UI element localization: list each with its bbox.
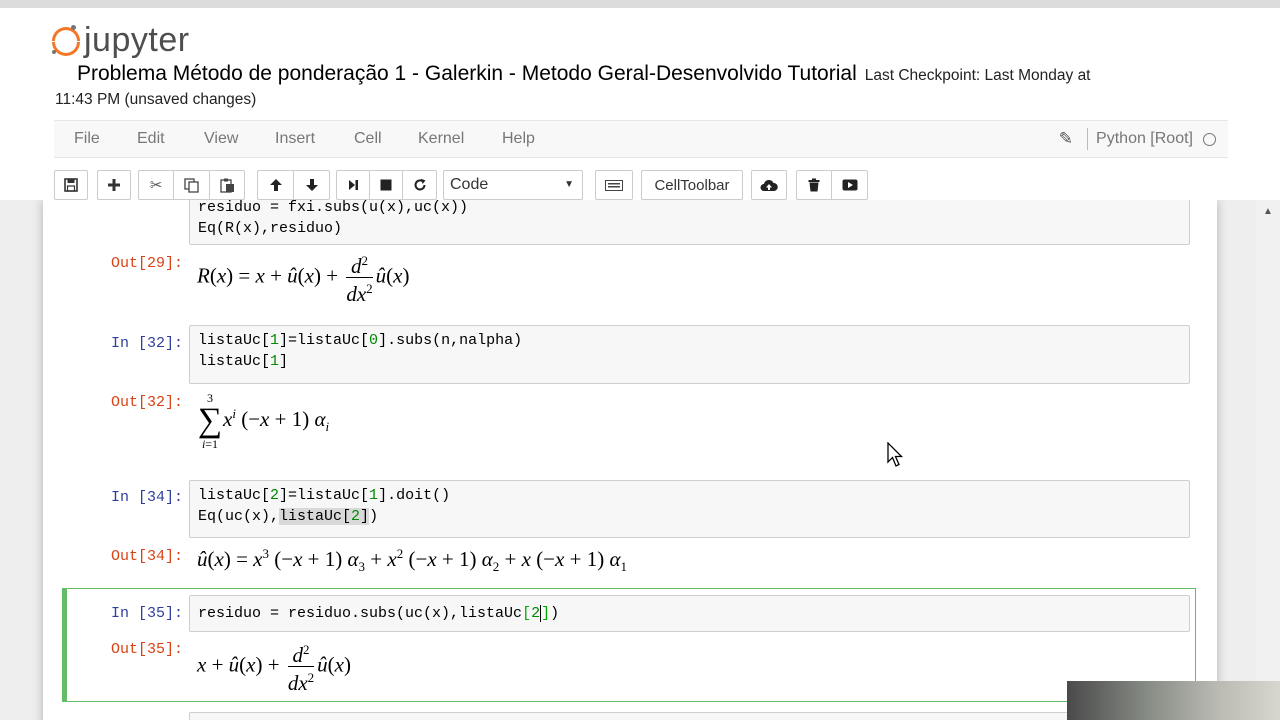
insert-cell-button[interactable] xyxy=(97,170,131,200)
chevron-down-icon: ▼ xyxy=(564,179,574,190)
checkpoint-status: Last Checkpoint: Last Monday at xyxy=(864,67,1091,84)
trash-icon xyxy=(808,178,820,192)
math-output: 3 ∑ i=1 xi (−x + 1) αi xyxy=(197,391,330,451)
notebook-header: jupyter Problema Método de ponderação 1 … xyxy=(0,8,1280,200)
menu-kernel[interactable]: Kernel xyxy=(418,130,464,148)
kernel-status-icon xyxy=(1203,132,1216,146)
step-forward-icon xyxy=(349,180,358,190)
notebook-title-line: Problema Método de ponderação 1 - Galerk… xyxy=(77,62,1091,86)
jupyter-logo[interactable]: jupyter xyxy=(52,20,190,60)
jupyter-logo-icon xyxy=(52,25,80,56)
code-text: listaUc[ xyxy=(198,487,271,504)
code-cell-input[interactable] xyxy=(189,712,1190,720)
scrollbar[interactable]: ▲ xyxy=(1256,200,1280,720)
publish-button[interactable] xyxy=(751,170,787,200)
run-cell-button[interactable] xyxy=(336,170,370,200)
code-text: listaUc[ xyxy=(198,332,271,349)
cloud-upload-icon xyxy=(760,179,778,191)
kernel-indicator: ✎ Python [Root] xyxy=(1059,127,1216,151)
code-text: Eq(uc(x), xyxy=(198,508,280,525)
code-selection-highlight: listaUc[2] xyxy=(279,508,370,525)
code-text: ] xyxy=(279,353,289,370)
restart-kernel-button[interactable] xyxy=(402,170,437,200)
scroll-up-icon[interactable]: ▲ xyxy=(1263,206,1273,217)
selected-code-cell[interactable]: In [35]: residuo = residuo.subs(uc(x),li… xyxy=(62,588,1196,702)
math-output: x + û(x) + d2 dx2 û(x) xyxy=(197,639,351,694)
code-text: listaUc[ xyxy=(198,353,271,370)
math-output: R(x) = x + û(x) + d2 dx2 û(x) xyxy=(197,250,410,305)
out-prompt: Out[32]: xyxy=(110,394,183,411)
code-line: residuo = fxi.subs(u(x),uc(x)) xyxy=(198,200,469,216)
paste-button[interactable] xyxy=(209,170,245,200)
menu-file[interactable]: File xyxy=(74,130,100,148)
move-down-button[interactable] xyxy=(293,170,330,200)
code-text: ]=listaUc[ xyxy=(279,332,370,349)
mouse-pointer-icon xyxy=(887,442,904,467)
celltoolbar-button[interactable]: CellToolbar xyxy=(641,170,743,200)
menu-bar: File Edit View Insert Cell Kernel Help ✎… xyxy=(54,120,1228,158)
menu-insert[interactable]: Insert xyxy=(275,130,315,148)
notebook-title[interactable]: Problema Método de ponderação 1 - Galerk… xyxy=(77,62,857,85)
code-text: ]=listaUc[ xyxy=(279,487,370,504)
code-line: Eq(R(x),residuo) xyxy=(198,220,343,237)
code-number: 1 xyxy=(270,353,280,370)
cut-button[interactable]: ✂ xyxy=(138,170,174,200)
save-button[interactable] xyxy=(54,170,88,200)
arrow-down-icon xyxy=(305,179,318,191)
in-prompt: In [34]: xyxy=(110,489,183,506)
code-cell-input[interactable]: listaUc[2]=listaUc[1].doit() Eq(uc(x),li… xyxy=(189,480,1190,538)
code-number: 2 xyxy=(270,487,280,504)
code-number: 1 xyxy=(270,332,280,349)
menu-view[interactable]: View xyxy=(204,130,238,148)
menu-cell[interactable]: Cell xyxy=(354,130,382,148)
code-number: 2 xyxy=(531,605,541,622)
code-text: residuo = residuo.subs(uc(x),listaUc xyxy=(198,605,523,622)
copy-button[interactable] xyxy=(173,170,210,200)
code-text: ) xyxy=(369,508,379,525)
keyboard-icon xyxy=(605,179,623,191)
arrow-up-icon xyxy=(269,179,282,191)
code-text: ].doit() xyxy=(378,487,451,504)
interrupt-kernel-button[interactable] xyxy=(369,170,403,200)
move-up-button[interactable] xyxy=(257,170,294,200)
code-bracket: ] xyxy=(541,605,551,622)
in-prompt: In [35]: xyxy=(110,605,183,622)
webcam-overlay xyxy=(1067,681,1280,720)
command-palette-button[interactable] xyxy=(595,170,633,200)
code-bracket: [ xyxy=(522,605,532,622)
save-icon xyxy=(64,178,78,192)
pencil-icon[interactable]: ✎ xyxy=(1059,129,1073,149)
in-prompt: In [32]: xyxy=(110,335,183,352)
code-text: ].subs(n,nalpha) xyxy=(378,332,523,349)
delete-button[interactable] xyxy=(796,170,832,200)
menu-help[interactable]: Help xyxy=(502,130,535,148)
menu-edit[interactable]: Edit xyxy=(137,130,165,148)
paste-icon xyxy=(219,178,234,193)
notebook-area[interactable]: residuo = fxi.subs(u(x),uc(x)) Eq(R(x),r… xyxy=(0,200,1280,720)
cell-type-value: Code xyxy=(450,176,489,193)
out-prompt: Out[35]: xyxy=(110,641,183,658)
plus-icon xyxy=(108,179,120,191)
logo-text: jupyter xyxy=(84,20,190,59)
code-cell-input[interactable]: residuo = fxi.subs(u(x),uc(x)) Eq(R(x),r… xyxy=(189,200,1190,245)
checkpoint-status-continued: 11:43 PM (unsaved changes) xyxy=(55,91,257,108)
code-text: ) xyxy=(550,605,560,622)
toolbar: ✂ Code ▼ CellToolbar xyxy=(54,170,1228,202)
kernel-name: Python [Root] xyxy=(1096,130,1193,147)
code-number: 1 xyxy=(369,487,379,504)
kernel-separator xyxy=(1087,128,1089,150)
copy-icon xyxy=(184,177,199,193)
cut-icon: ✂ xyxy=(149,177,163,194)
code-number: 0 xyxy=(369,332,379,349)
out-prompt: Out[34]: xyxy=(110,548,183,565)
code-cell-input[interactable]: residuo = residuo.subs(uc(x),listaUc[2]) xyxy=(189,595,1190,632)
restart-icon xyxy=(414,178,425,191)
present-button[interactable] xyxy=(831,170,868,200)
present-icon xyxy=(842,179,857,191)
stop-icon xyxy=(380,179,392,191)
cell-type-select[interactable]: Code ▼ xyxy=(443,170,583,200)
code-cell-input[interactable]: listaUc[1]=listaUc[0].subs(n,nalpha) lis… xyxy=(189,325,1190,384)
out-prompt: Out[29]: xyxy=(110,255,183,272)
math-output: û(x) = x3 (−x + 1) α3 + x2 (−x + 1) α2 +… xyxy=(197,546,627,575)
